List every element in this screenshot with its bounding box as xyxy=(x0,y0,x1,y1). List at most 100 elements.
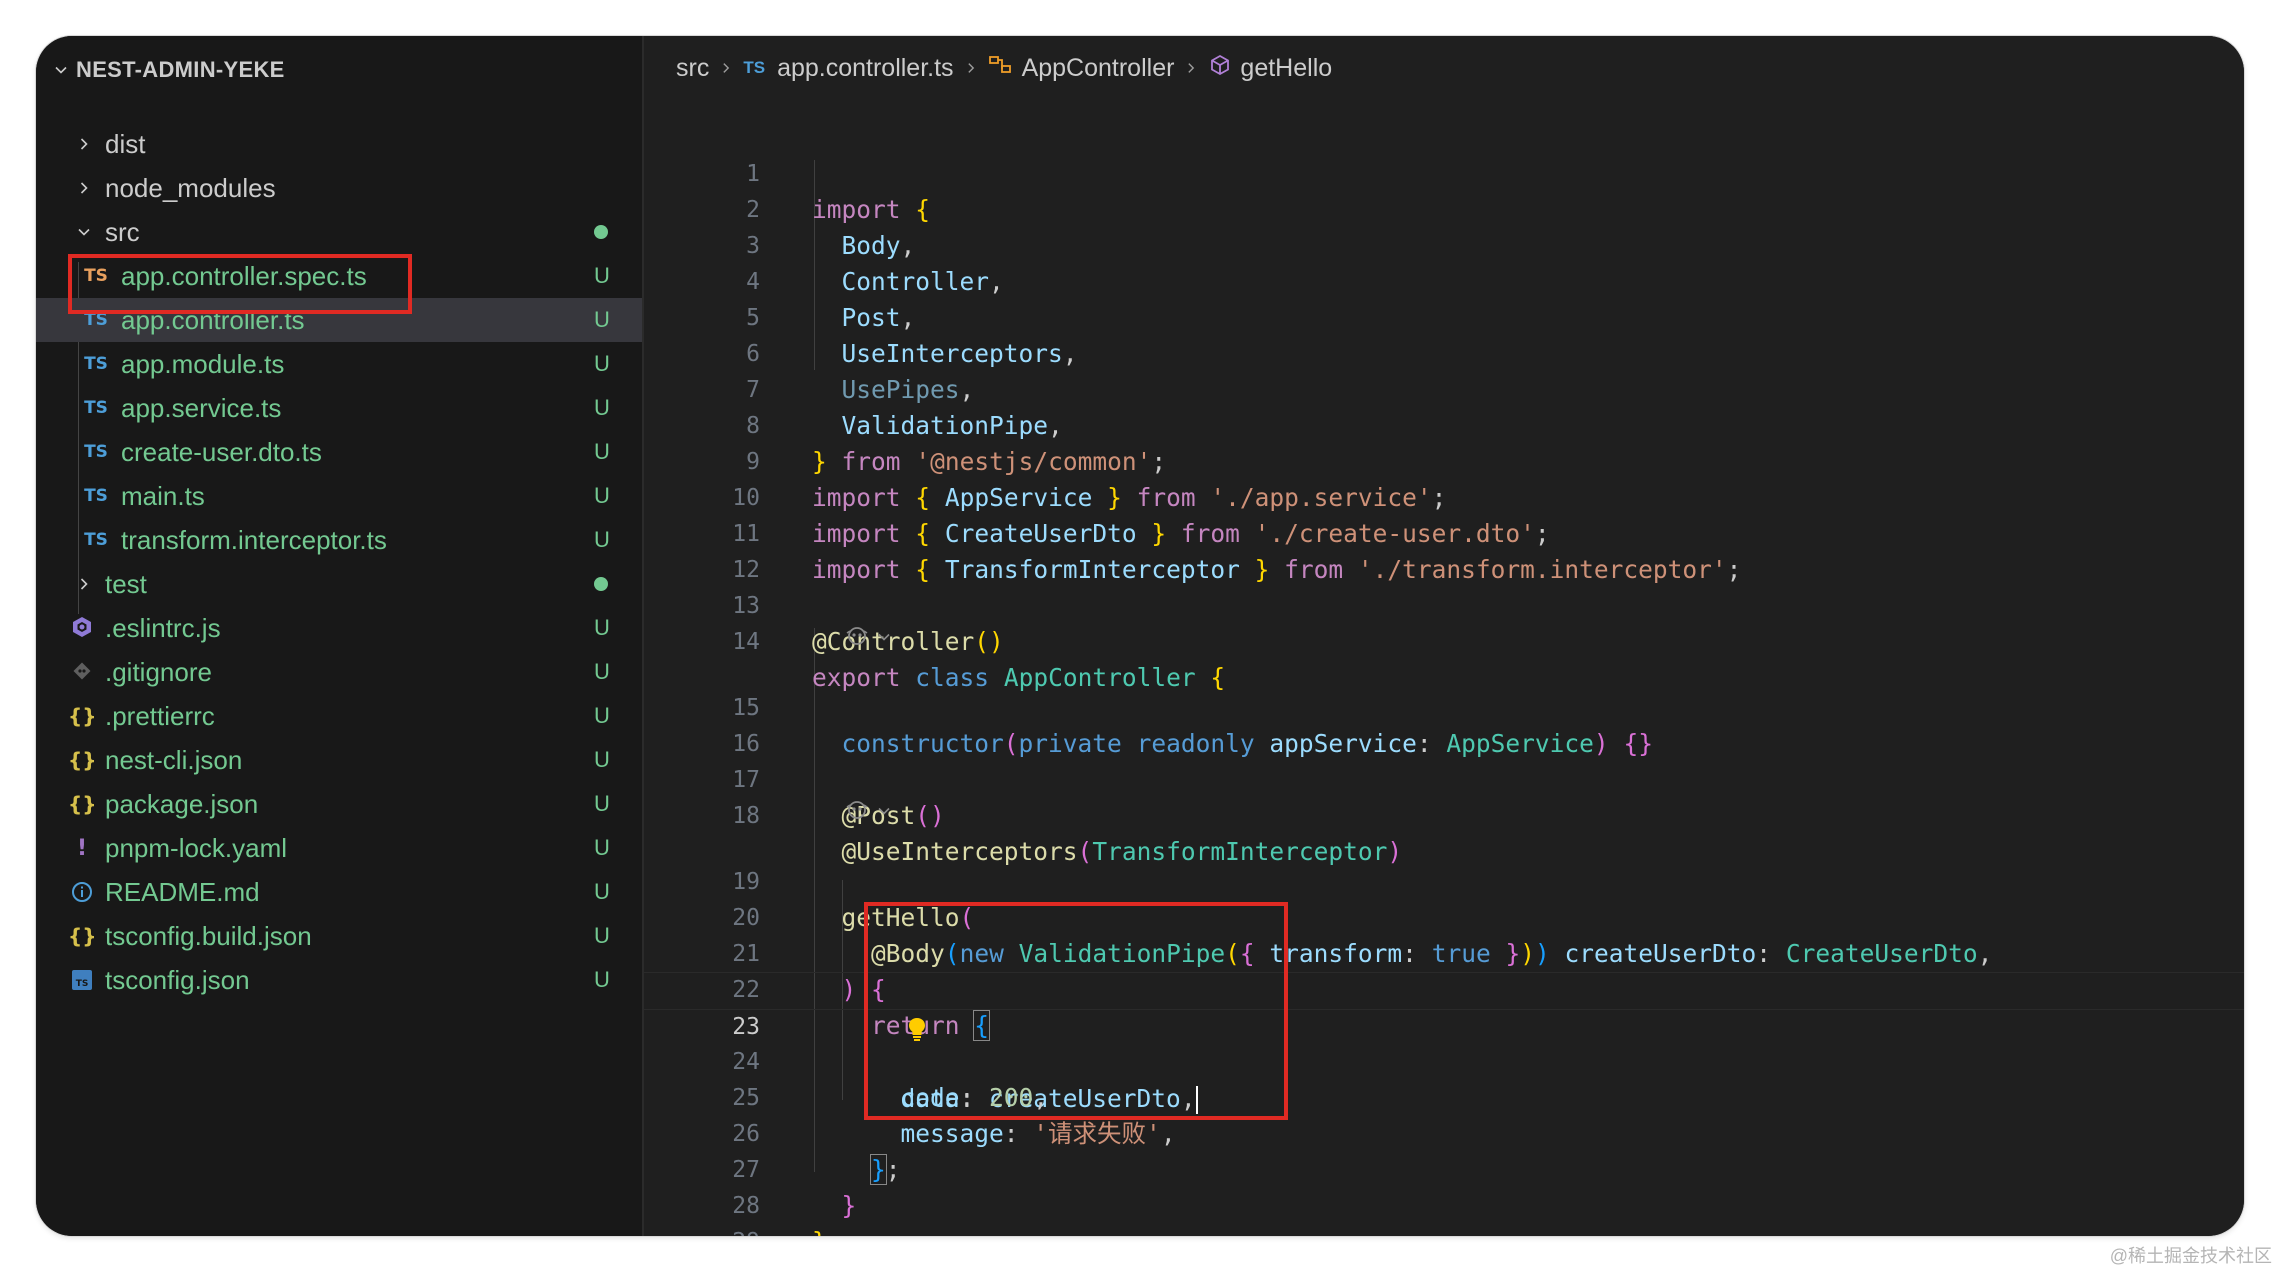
git-status-badge: U xyxy=(594,351,610,376)
tree-file-tsconfig[interactable]: TS tsconfig.json U xyxy=(36,958,642,1002)
code-line: 17 @Post() xyxy=(644,726,2244,830)
tree-item-label: tsconfig.build.json xyxy=(105,920,312,951)
tree-file-app-controller-spec[interactable]: TS app.controller.spec.ts U xyxy=(36,254,642,298)
git-status-badge: U xyxy=(594,395,610,420)
tree-file-nest-cli-json[interactable]: {} nest-cli.json U xyxy=(36,738,642,782)
git-status-badge: U xyxy=(594,439,610,464)
lightbulb-icon[interactable] xyxy=(790,979,926,1041)
code-line: 19 getHello( xyxy=(644,828,2244,932)
breadcrumb: src TS app.controller.ts AppController g… xyxy=(676,50,1332,86)
code-line: 15 constructor(private readonly appServi… xyxy=(644,654,2244,758)
tree-item-label: nest-cli.json xyxy=(105,744,243,775)
code-line: 7 ValidationPipe, xyxy=(644,336,2244,440)
tree-item-label: pnpm-lock.yaml xyxy=(105,832,288,863)
chevron-right-icon xyxy=(719,55,733,81)
code-line: 4 Post, xyxy=(644,228,2244,332)
code-line: 26 }; xyxy=(644,1080,2244,1185)
copilot-code-lens[interactable] xyxy=(844,624,892,654)
code-line: 2 Body, xyxy=(644,156,2244,260)
info-icon xyxy=(68,880,96,909)
code-line: 18 @UseInterceptors(TransformInterceptor… xyxy=(644,762,2244,866)
code-line: 20 @Body(new ValidationPipe({ transform:… xyxy=(644,864,2244,968)
git-status-badge: U xyxy=(594,967,610,992)
chevron-down-icon xyxy=(876,802,892,825)
explorer-project-header[interactable]: NEST-ADMIN-YEKE xyxy=(46,52,285,88)
tree-item-label: src xyxy=(105,216,140,247)
line-number: 29 xyxy=(644,1224,760,1236)
tree-item-label: test xyxy=(105,568,147,599)
code-line: 10 import { CreateUserDto } from './crea… xyxy=(644,444,2244,548)
tree-file-transform-interceptor[interactable]: TS transform.interceptor.ts U xyxy=(36,518,642,562)
code-line: 11 import { TransformInterceptor } from … xyxy=(644,480,2244,584)
code-line: 22 return { xyxy=(644,936,2244,1041)
tsconfig-icon: TS xyxy=(68,969,96,996)
tree-folder-node-modules[interactable]: node_modules xyxy=(36,166,642,210)
code-editor[interactable]: src TS app.controller.ts AppController g… xyxy=(644,36,2244,1236)
tree-file-eslintrc[interactable]: .eslintrc.js U xyxy=(36,606,642,650)
tree-item-label: .eslintrc.js xyxy=(105,612,221,643)
tree-item-label: app.module.ts xyxy=(121,348,285,379)
tree-folder-src[interactable]: src xyxy=(36,210,642,254)
chevron-right-icon xyxy=(964,55,978,81)
code-line: 16 xyxy=(644,690,2244,757)
tree-file-tsconfig-build[interactable]: {} tsconfig.build.json U xyxy=(36,914,642,958)
tree-file-package-json[interactable]: {} package.json U xyxy=(36,782,642,826)
modified-dot-icon xyxy=(594,225,608,239)
tree-file-prettierrc[interactable]: {} .prettierrc U xyxy=(36,694,642,738)
git-status-badge: U xyxy=(594,879,610,904)
code-text: } xyxy=(812,1224,827,1236)
git-status-badge: U xyxy=(594,263,610,288)
code-line: 28 } xyxy=(644,1152,2244,1236)
tree-item-label: node_modules xyxy=(105,172,276,203)
chevron-down-icon xyxy=(46,62,76,78)
typescript-file-icon: TS xyxy=(84,310,108,330)
tree-file-app-module[interactable]: TS app.module.ts U xyxy=(36,342,642,386)
git-status-badge: U xyxy=(594,791,610,816)
eslint-icon xyxy=(68,615,96,644)
tree-file-app-controller[interactable]: TS app.controller.ts U xyxy=(36,298,642,342)
code-line: 21 ) { xyxy=(644,900,2244,1004)
copilot-code-lens[interactable] xyxy=(844,798,892,828)
code-line: 12 xyxy=(644,516,2244,583)
typescript-file-icon: TS xyxy=(743,58,766,77)
git-status-badge: U xyxy=(594,703,610,728)
copilot-icon xyxy=(844,799,870,827)
code-line: 25 message: '请求失败', xyxy=(644,1044,2244,1148)
git-status-badge: U xyxy=(594,923,610,948)
git-status-badge: U xyxy=(594,659,610,684)
typescript-file-icon: TS xyxy=(84,354,108,374)
typescript-file-icon: TS xyxy=(84,442,108,462)
typescript-file-icon: TS xyxy=(84,398,108,418)
breadcrumb-class[interactable]: AppController xyxy=(1022,54,1175,83)
tree-file-app-service[interactable]: TS app.service.ts U xyxy=(36,386,642,430)
class-symbol-icon xyxy=(988,54,1014,83)
editor-window: NEST-ADMIN-YEKE dist node_modules src TS… xyxy=(36,36,2244,1236)
tree-file-gitignore[interactable]: .gitignore U xyxy=(36,650,642,694)
tree-item-label: .gitignore xyxy=(105,656,212,687)
code-line: 9 import { AppService } from './app.serv… xyxy=(644,408,2244,512)
tree-item-label: app.controller.spec.ts xyxy=(121,260,367,291)
git-status-badge: U xyxy=(594,615,610,640)
tree-folder-dist[interactable]: dist xyxy=(36,122,642,166)
tree-folder-test[interactable]: test xyxy=(36,562,642,606)
tree-file-readme[interactable]: README.md U xyxy=(36,870,642,914)
git-status-badge: U xyxy=(594,483,610,508)
tree-item-label: app.controller.ts xyxy=(121,304,305,335)
tree-item-label: app.service.ts xyxy=(121,392,282,423)
breadcrumb-method[interactable]: getHello xyxy=(1240,54,1332,83)
json-braces-icon: {} xyxy=(68,924,97,948)
chevron-right-icon xyxy=(74,574,94,594)
tree-file-main[interactable]: TS main.ts U xyxy=(36,474,642,518)
tree-item-label: package.json xyxy=(105,788,259,819)
tree-file-create-user-dto[interactable]: TS create-user.dto.ts U xyxy=(36,430,642,474)
tree-file-pnpm-lock[interactable]: ! pnpm-lock.yaml U xyxy=(36,826,642,870)
git-status-badge: U xyxy=(594,307,610,332)
breadcrumb-folder[interactable]: src xyxy=(676,54,709,83)
code-line: 6 UsePipes, xyxy=(644,300,2244,404)
git-status-badge: U xyxy=(594,835,610,860)
breadcrumb-file[interactable]: app.controller.ts xyxy=(777,54,954,83)
json-braces-icon: {} xyxy=(68,704,97,728)
tree-item-label: .prettierrc xyxy=(105,700,215,731)
method-symbol-icon xyxy=(1208,53,1232,84)
chevron-down-icon xyxy=(74,222,94,242)
